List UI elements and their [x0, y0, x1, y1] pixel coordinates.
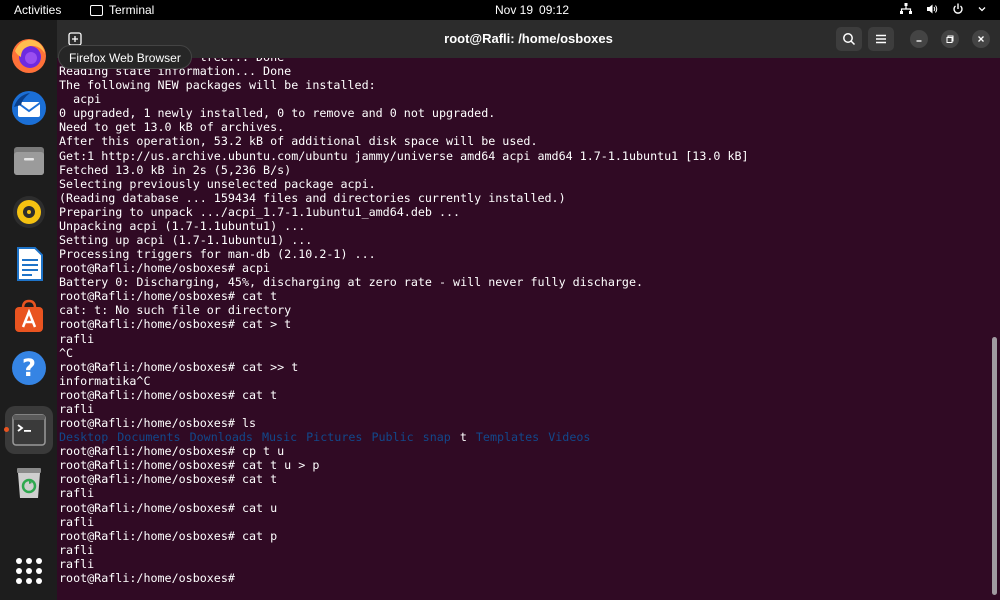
- date: Nov 19: [495, 3, 534, 17]
- search-icon: [843, 33, 856, 46]
- terminal-icon: [12, 414, 46, 446]
- ls-directory: Templates: [475, 430, 540, 445]
- terminal-line: root@Rafli:/home/osboxes# cat p: [59, 528, 278, 543]
- terminal-line: Fetched 13.0 kB in 2s (5,236 B/s): [59, 162, 292, 177]
- thunderbird-icon: [12, 91, 46, 125]
- terminal-line: acpi: [59, 92, 102, 107]
- app-menu[interactable]: Terminal: [90, 3, 154, 17]
- dock-item-help[interactable]: ?: [5, 344, 53, 392]
- dock: ?: [0, 20, 57, 600]
- writer-icon: [17, 247, 43, 281]
- terminal-line: root@Rafli:/home/osboxes# cat t: [59, 387, 278, 402]
- help-icon: ?: [12, 351, 46, 385]
- dock-item-trash[interactable]: [5, 458, 53, 506]
- chevron-down-icon: [978, 7, 986, 12]
- ls-directory: Downloads: [189, 430, 253, 445]
- ls-directory: snap: [422, 430, 451, 445]
- terminal-line: After this operation, 53.2 kB of additio…: [59, 134, 538, 149]
- network-icon: [900, 3, 912, 14]
- close-button[interactable]: [972, 30, 990, 48]
- system-tray[interactable]: [900, 3, 986, 15]
- svg-text:?: ?: [22, 354, 36, 382]
- terminal-line: rafli: [59, 401, 95, 416]
- close-icon: [978, 36, 984, 42]
- show-apps-button[interactable]: [16, 558, 42, 584]
- terminal-scrollbar[interactable]: [992, 337, 997, 595]
- terminal-line: root@Rafli:/home/osboxes#: [59, 570, 242, 585]
- terminal-line: 0 upgraded, 1 newly installed, 0 to remo…: [59, 106, 496, 121]
- power-icon: [953, 3, 963, 14]
- running-indicator: [4, 427, 9, 432]
- terminal-output[interactable]: Building dependency tree... DoneReading …: [57, 58, 992, 600]
- terminal-line: root@Rafli:/home/osboxes# cat >> t: [59, 359, 299, 374]
- terminal-line: cat: t: No such file or directory: [59, 303, 292, 318]
- activities-button[interactable]: Activities: [14, 3, 61, 17]
- app-name: Terminal: [109, 3, 155, 17]
- ls-directory: Public: [371, 430, 414, 445]
- restore-icon: [946, 35, 954, 43]
- top-bar: Activities Terminal Nov 19 09:12: [0, 0, 1000, 20]
- ls-directory: Videos: [548, 430, 591, 445]
- minimize-button[interactable]: [910, 30, 928, 48]
- search-button[interactable]: [836, 27, 862, 51]
- dock-item-terminal[interactable]: [4, 406, 53, 454]
- terminal-line: Get:1 http://us.archive.ubuntu.com/ubunt…: [59, 148, 749, 163]
- terminal-line: (Reading database ... 159434 files and d…: [59, 190, 566, 205]
- hamburger-icon: [876, 34, 886, 44]
- terminal-headerbar: root@Rafli: /home/osboxes: [57, 20, 1000, 58]
- terminal-line: Selecting previously unselected package …: [59, 176, 376, 191]
- minimize-icon: [916, 40, 922, 42]
- terminal-line: The following NEW packages will be insta…: [59, 78, 376, 93]
- terminal-line: root@Rafli:/home/osboxes# cat > t: [59, 317, 292, 332]
- firefox-icon: [12, 39, 46, 73]
- software-icon: [15, 299, 43, 332]
- menu-button[interactable]: [868, 27, 894, 51]
- ls-directory: Desktop: [59, 430, 109, 445]
- dock-item-rhythmbox[interactable]: [5, 188, 53, 236]
- files-icon: [14, 147, 44, 175]
- terminal-line: rafli: [59, 542, 95, 557]
- terminal-line: Need to get 13.0 kB of archives.: [59, 120, 285, 135]
- ls-file: t: [459, 430, 467, 445]
- terminal-line: Battery 0: Discharging, 45%, discharging…: [59, 275, 644, 290]
- trash-icon: [17, 468, 41, 498]
- terminal-line: Processing triggers for man-db (2.10.2-1…: [59, 247, 376, 262]
- dock-tooltip: Firefox Web Browser: [58, 45, 192, 69]
- volume-icon: [927, 4, 938, 14]
- terminal-line: informatika^C: [59, 373, 151, 388]
- terminal-line: root@Rafli:/home/osboxes# cat t: [59, 289, 278, 304]
- dock-item-thunderbird[interactable]: [5, 84, 53, 132]
- ls-directory: Pictures: [306, 430, 363, 445]
- ls-directory: Music: [261, 430, 298, 445]
- terminal-line: root@Rafli:/home/osboxes# acpi: [59, 261, 271, 276]
- clock[interactable]: Nov 19 09:12: [495, 3, 569, 17]
- dock-item-files[interactable]: [5, 136, 53, 184]
- dock-item-software[interactable]: [5, 292, 53, 340]
- terminal-line: rafli: [59, 331, 95, 346]
- terminal-line: root@Rafli:/home/osboxes# cat t u > p: [59, 458, 320, 473]
- dock-item-writer[interactable]: [5, 240, 53, 288]
- terminal-line: root@Rafli:/home/osboxes# cp t u: [59, 444, 285, 459]
- terminal-line: rafli: [59, 556, 95, 571]
- terminal-line: Unpacking acpi (1.7-1.1ubuntu1) ...: [59, 218, 306, 233]
- terminal-line: root@Rafli:/home/osboxes# cat t: [59, 472, 278, 487]
- terminal-line: Reading state information... Done: [59, 64, 292, 79]
- terminal-line: rafli: [59, 514, 95, 529]
- terminal-line: rafli: [59, 486, 95, 501]
- dock-item-firefox[interactable]: [5, 32, 53, 80]
- terminal-icon: [90, 4, 103, 16]
- terminal-line: ^C: [59, 345, 74, 360]
- terminal-line: Preparing to unpack .../acpi_1.7-1.1ubun…: [59, 204, 461, 219]
- maximize-button[interactable]: [941, 30, 959, 48]
- terminal-line: root@Rafli:/home/osboxes# ls: [59, 416, 257, 431]
- terminal-line: Setting up acpi (1.7-1.1ubuntu1) ...: [59, 233, 313, 248]
- ls-output-line: Desktop Documents Downloads Music Pictures Pu…: [59, 430, 992, 444]
- ls-directory: Documents: [117, 430, 181, 445]
- time: 09:12: [539, 3, 570, 17]
- terminal-line: root@Rafli:/home/osboxes# cat u: [59, 500, 278, 515]
- rhythmbox-icon: [13, 196, 45, 228]
